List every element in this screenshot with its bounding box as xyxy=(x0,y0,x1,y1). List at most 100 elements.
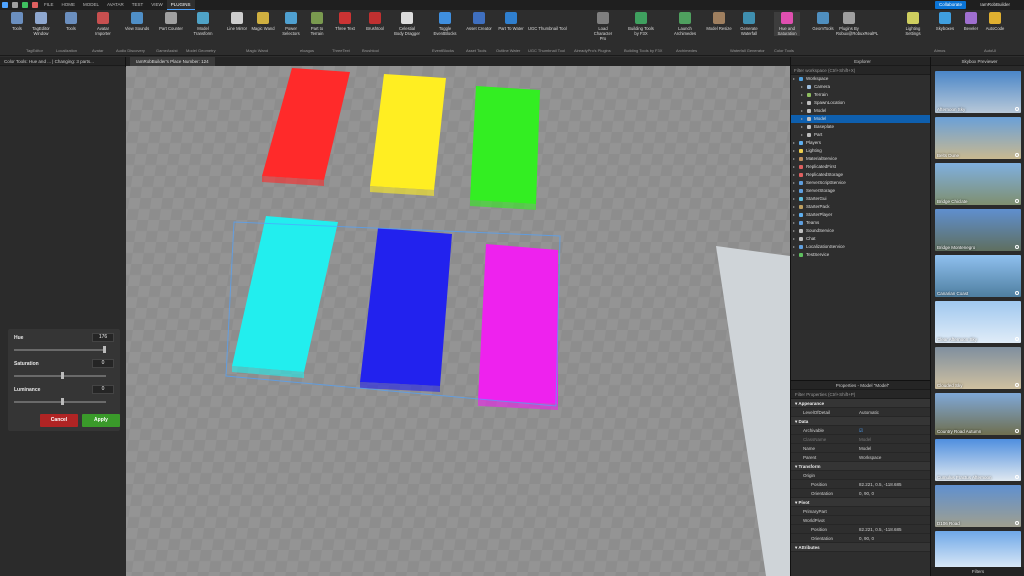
expand-arrow-icon[interactable]: ▸ xyxy=(793,187,795,195)
toolbar-quick-icon[interactable] xyxy=(12,2,18,8)
gear-icon[interactable] xyxy=(1015,475,1019,479)
property-row[interactable]: WorldPivot xyxy=(791,516,930,525)
skybox-thumbnail[interactable]: Canarian Coast xyxy=(935,255,1021,297)
explorer-filter-input[interactable]: Filter workspace (Ctrl+Shift+X) xyxy=(791,66,930,75)
hue-slider-thumb[interactable] xyxy=(103,346,107,353)
expand-arrow-icon[interactable]: ▸ xyxy=(801,107,803,115)
hue-input[interactable]: 176 xyxy=(92,333,114,342)
green-part-top[interactable] xyxy=(470,86,540,204)
gear-icon[interactable] xyxy=(1015,429,1019,433)
cancel-button[interactable]: Cancel xyxy=(40,414,78,427)
gear-icon[interactable] xyxy=(1015,199,1019,203)
ribbon-button-brushtool[interactable]: Brushtool xyxy=(362,12,388,31)
saturation-input[interactable]: 0 xyxy=(92,359,114,368)
expand-arrow-icon[interactable]: ▸ xyxy=(793,219,795,227)
ribbon-button-skyboxes[interactable]: Skyboxes xyxy=(932,12,958,31)
property-category[interactable]: ▾ Attributes xyxy=(791,543,930,552)
property-row[interactable]: LevelOfDetail Automatic xyxy=(791,408,930,417)
user-name[interactable]: IamRobBuilder xyxy=(980,0,1010,10)
saturation-slider-thumb[interactable] xyxy=(60,372,64,379)
place-tab[interactable]: IamRobBuilder's Place Number: 124 xyxy=(130,57,215,66)
expand-arrow-icon[interactable]: ▸ xyxy=(801,131,803,139)
menu-model[interactable]: MODEL xyxy=(79,0,103,10)
gear-icon[interactable] xyxy=(1015,291,1019,295)
skybox-thumbnail[interactable]: D106 Road xyxy=(935,485,1021,527)
skybox-thumbnail[interactable]: Clouded Sky xyxy=(935,347,1021,389)
property-category[interactable]: ▾ Transform xyxy=(791,462,930,471)
gear-icon[interactable] xyxy=(1015,245,1019,249)
expand-arrow-icon[interactable]: ▸ xyxy=(793,147,795,155)
ribbon-button-part-to-water[interactable]: Part To Water xyxy=(498,12,524,31)
tree-item-starterpack[interactable]: ▸ StarterPack xyxy=(791,203,930,211)
expand-arrow-icon[interactable]: ▸ xyxy=(793,155,795,163)
skybox-thumbnail[interactable]: Afternoon Sky xyxy=(935,71,1021,113)
ribbon-button-part-counter[interactable]: Part Counter xyxy=(158,12,184,31)
3d-viewport[interactable] xyxy=(126,66,790,576)
gear-icon[interactable] xyxy=(1015,383,1019,387)
tree-item-chat[interactable]: ▸ Chat xyxy=(791,235,930,243)
skybox-thumbnail[interactable]: Clear Afternoon Sky xyxy=(935,301,1021,343)
ribbon-button-asset-creator[interactable]: Asset Creator xyxy=(466,12,492,31)
ribbon-button-line-mirror[interactable]: Line Mirror xyxy=(224,12,250,31)
saturation-slider-track[interactable] xyxy=(14,372,106,379)
luminance-slider-thumb[interactable] xyxy=(60,398,64,405)
ribbon-button-beveler[interactable]: Beveler xyxy=(958,12,984,31)
tree-item-workspace[interactable]: ▸ Workspace xyxy=(791,75,930,83)
property-value[interactable]: Workspace xyxy=(859,453,881,462)
tree-item-materialservice[interactable]: ▸ MaterialService xyxy=(791,155,930,163)
gear-icon[interactable] xyxy=(1015,107,1019,111)
property-row[interactable]: Orientation 0, 90, 0 xyxy=(791,489,930,498)
tree-item-spawnlocation[interactable]: ▸ SpawnLocation xyxy=(791,99,930,107)
property-value[interactable]: Model xyxy=(859,444,871,453)
scene-canvas[interactable] xyxy=(126,66,790,576)
gear-icon[interactable] xyxy=(1015,337,1019,341)
toolbar-quick-icon[interactable] xyxy=(32,2,38,8)
expand-arrow-icon[interactable]: ▸ xyxy=(801,99,803,107)
property-row[interactable]: Parent Workspace xyxy=(791,453,930,462)
expand-arrow-icon[interactable]: ▸ xyxy=(793,171,795,179)
ribbon-button-power-selectors[interactable]: Power Selectors xyxy=(278,12,304,36)
ribbon-button-tools[interactable]: Tools xyxy=(58,12,84,31)
ribbon-button-toggle-eventblocks[interactable]: Toggle EventBlocks xyxy=(432,12,458,36)
skybox-thumbnail[interactable]: Bridge Chiclate xyxy=(935,163,1021,205)
menu-plugins[interactable]: PLUGINS xyxy=(166,0,195,10)
magenta-part[interactable] xyxy=(478,244,558,410)
tree-item-part[interactable]: ▸ Part xyxy=(791,131,930,139)
expand-arrow-icon[interactable]: ▸ xyxy=(801,91,803,99)
ribbon-button-plugins-by-robux-robuxrealpl[interactable]: Plugins By Robux@RobuxRealPL xyxy=(836,12,878,36)
skybox-thumbnail[interactable]: Cumulus Fractus Afternoon xyxy=(935,439,1021,481)
tree-item-camera[interactable]: ▸ Camera xyxy=(791,83,930,91)
ribbon-button-model-transform[interactable]: Model Transform xyxy=(190,12,216,36)
property-row[interactable]: Position 82.221, 0.5, -118.685 xyxy=(791,525,930,534)
property-value[interactable]: ☑ xyxy=(859,426,863,435)
ribbon-button-avatar-importer[interactable]: Avatar Importer xyxy=(90,12,116,36)
tree-item-replicatedfirst[interactable]: ▸ ReplicatedFirst xyxy=(791,163,930,171)
expand-arrow-icon[interactable]: ▸ xyxy=(793,243,795,251)
tree-item-baseplate[interactable]: ▸ Baseplate xyxy=(791,123,930,131)
ribbon-button-autocode[interactable]: AutoCode xyxy=(982,12,1008,31)
baseplate[interactable] xyxy=(126,66,790,576)
property-row[interactable]: Orientation 0, 90, 0 xyxy=(791,534,930,543)
menu-avatar[interactable]: AVATAR xyxy=(103,0,128,10)
tree-item-serverstorage[interactable]: ▸ ServerStorage xyxy=(791,187,930,195)
expand-arrow-icon[interactable]: ▸ xyxy=(793,75,795,83)
expand-arrow-icon[interactable]: ▸ xyxy=(793,203,795,211)
expand-arrow-icon[interactable]: ▸ xyxy=(801,123,803,131)
property-value[interactable]: Model xyxy=(859,435,871,444)
hue-slider-track[interactable] xyxy=(14,346,107,353)
property-value[interactable]: 0, 90, 0 xyxy=(859,489,874,498)
menu-home[interactable]: HOME xyxy=(58,0,80,10)
property-row[interactable]: PrimaryPart xyxy=(791,507,930,516)
property-value[interactable]: 82.221, 0.5, -118.685 xyxy=(859,525,901,534)
property-value[interactable]: Automatic xyxy=(859,408,879,417)
property-value[interactable]: 82.221, 0.5, -118.685 xyxy=(859,480,901,489)
ribbon-button-view-sounds[interactable]: View Sounds xyxy=(124,12,150,31)
expand-arrow-icon[interactable]: ▸ xyxy=(793,139,795,147)
ribbon-button-generate-waterfall[interactable]: Generate Waterfall xyxy=(736,12,762,36)
expand-arrow-icon[interactable]: ▸ xyxy=(801,115,803,123)
ribbon-button-load-character-pro[interactable]: Load Character Pro xyxy=(590,12,616,41)
expand-arrow-icon[interactable]: ▸ xyxy=(793,251,795,259)
tree-item-model[interactable]: ▸ Model xyxy=(791,107,930,115)
toolbar-quick-icon[interactable] xyxy=(22,2,28,8)
tree-item-lighting[interactable]: ▸ Lighting xyxy=(791,147,930,155)
